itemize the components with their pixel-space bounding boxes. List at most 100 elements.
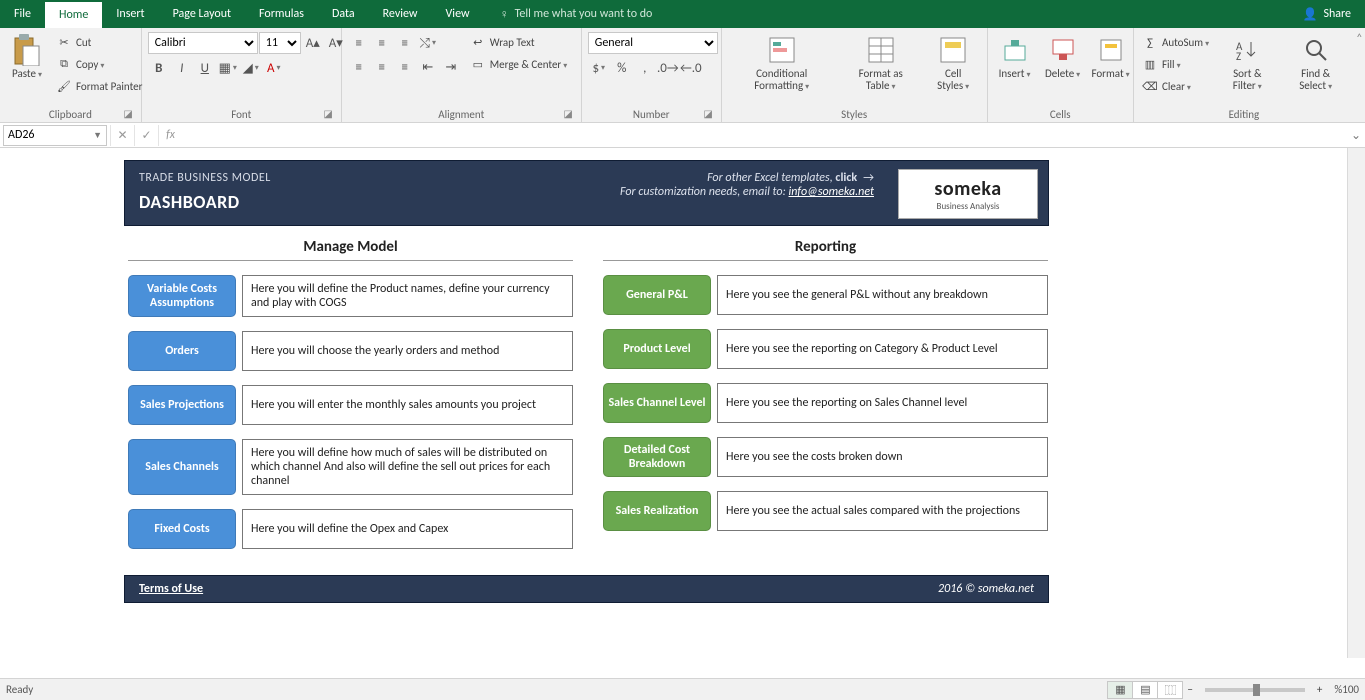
tab-insert[interactable]: Insert (102, 0, 158, 28)
nav-button-variable-costs-assumptions[interactable]: Variable Costs Assumptions (128, 275, 236, 317)
nav-button-sales-projections[interactable]: Sales Projections (128, 385, 236, 425)
tell-me[interactable]: ♀ Tell me what you want to do (484, 0, 653, 28)
tab-view[interactable]: View (432, 0, 484, 28)
format-painter-label: Format Painter (76, 80, 142, 93)
fill-color-button[interactable]: ◢ (240, 57, 262, 79)
paste-button[interactable]: Paste (6, 32, 48, 82)
number-launcher-icon[interactable]: ◪ (703, 107, 712, 120)
nav-row: General P&LHere you see the general P&L … (603, 275, 1048, 315)
page-break-view-button[interactable]: ⿲ (1157, 681, 1183, 699)
tell-me-label: Tell me what you want to do (515, 7, 653, 21)
number-format-select[interactable]: General (588, 32, 718, 54)
nav-button-product-level[interactable]: Product Level (603, 329, 711, 369)
name-box[interactable]: AD26 ▼ (3, 125, 107, 146)
nav-button-fixed-costs[interactable]: Fixed Costs (128, 509, 236, 549)
tab-formulas[interactable]: Formulas (245, 0, 318, 28)
nav-row: OrdersHere you will choose the yearly or… (128, 331, 573, 371)
align-top-button[interactable]: ≡ (348, 32, 370, 54)
find-label: Find & Select (1287, 68, 1343, 92)
underline-button[interactable]: U (194, 57, 216, 79)
confirm-formula-button[interactable]: ✓ (134, 125, 158, 146)
cut-button[interactable]: ✂Cut (54, 32, 144, 52)
align-middle-button[interactable]: ≡ (371, 32, 393, 54)
terms-link[interactable]: Terms of Use (139, 582, 203, 596)
tab-home[interactable]: Home (45, 0, 102, 28)
font-launcher-icon[interactable]: ◪ (323, 107, 332, 120)
tab-review[interactable]: Review (369, 0, 432, 28)
clear-button[interactable]: ⌫Clear (1140, 76, 1211, 96)
normal-view-button[interactable]: ▦ (1107, 681, 1133, 699)
conditional-formatting-button[interactable]: Conditional Formatting (728, 32, 836, 94)
click-link[interactable]: click (835, 171, 857, 185)
copy-button[interactable]: ⧉Copy (54, 54, 144, 74)
page-layout-view-button[interactable]: ▤ (1132, 681, 1158, 699)
logo: someka Business Analysis (898, 169, 1038, 219)
borders-button[interactable]: ▦ (217, 57, 239, 79)
align-bottom-button[interactable]: ≡ (394, 32, 416, 54)
nav-button-general-p-l[interactable]: General P&L (603, 275, 711, 315)
increase-font-button[interactable]: A▴ (302, 32, 324, 54)
bold-button[interactable]: B (148, 57, 170, 79)
comma-format-button[interactable]: , (634, 57, 656, 79)
increase-decimal-button[interactable]: .0→ (657, 57, 679, 79)
email-link[interactable]: info@someka.net (789, 185, 875, 199)
wrap-text-button[interactable]: ↩Wrap Text (468, 32, 570, 52)
copyright-text: 2016 © someka.net (938, 582, 1034, 596)
tab-file[interactable]: File (0, 0, 45, 28)
nav-row: Sales ChannelsHere you will define how m… (128, 439, 573, 495)
nav-button-sales-channels[interactable]: Sales Channels (128, 439, 236, 495)
nav-button-sales-realization[interactable]: Sales Realization (603, 491, 711, 531)
insert-cells-button[interactable]: Insert (994, 32, 1036, 82)
person-icon: 👤 (1302, 7, 1317, 22)
orientation-button[interactable]: ⤭ (417, 32, 439, 54)
delete-cells-button[interactable]: Delete (1042, 32, 1084, 82)
fill-icon: ▥ (1142, 56, 1158, 72)
align-center-button[interactable]: ≡ (371, 56, 393, 78)
insert-function-button[interactable]: fx (158, 125, 182, 146)
share-button[interactable]: 👤 Share (1288, 0, 1365, 28)
ribbon-group-alignment: ≡ ≡ ≡ ⤭ ≡ ≡ ≡ ⇤ ⇥ ↩Wrap Text ▭Merge & Ce… (342, 28, 582, 122)
nav-button-detailed-cost-breakdown[interactable]: Detailed Cost Breakdown (603, 437, 711, 477)
grid-icon: ▦ (1115, 683, 1125, 696)
alignment-launcher-icon[interactable]: ◪ (563, 107, 572, 120)
format-cells-button[interactable]: Format (1090, 32, 1132, 82)
zoom-thumb[interactable] (1253, 684, 1260, 696)
tab-data[interactable]: Data (318, 0, 369, 28)
fill-button[interactable]: ▥Fill (1140, 54, 1211, 74)
namebox-dropdown-icon[interactable]: ▼ (93, 130, 102, 141)
accounting-format-button[interactable]: $ (588, 57, 610, 79)
zoom-slider[interactable] (1205, 688, 1305, 692)
cancel-formula-button[interactable]: ✕ (110, 125, 134, 146)
align-right-button[interactable]: ≡ (394, 56, 416, 78)
collapse-ribbon-button[interactable]: ˄ (1354, 28, 1365, 122)
clipboard-launcher-icon[interactable]: ◪ (123, 107, 132, 120)
group-label-editing: Editing (1229, 108, 1260, 121)
formula-input[interactable] (182, 125, 1347, 146)
zoom-in-button[interactable]: + (1313, 683, 1326, 696)
format-as-table-button[interactable]: Format as Table (842, 32, 920, 94)
increase-indent-button[interactable]: ⇥ (440, 56, 462, 78)
nav-button-sales-channel-level[interactable]: Sales Channel Level (603, 383, 711, 423)
font-size-select[interactable]: 11 (259, 32, 301, 54)
expand-formula-bar-button[interactable]: ⌄ (1347, 128, 1365, 143)
format-painter-button[interactable]: 🖌Format Painter (54, 76, 144, 96)
align-left-button[interactable]: ≡ (348, 56, 370, 78)
italic-button[interactable]: I (171, 57, 193, 79)
nav-desc-product-level: Here you see the reporting on Category &… (717, 329, 1048, 369)
insert-label: Insert (999, 68, 1031, 80)
zoom-out-button[interactable]: − (1183, 683, 1196, 696)
vertical-scrollbar[interactable] (1347, 148, 1365, 658)
font-name-select[interactable]: Calibri (148, 32, 258, 54)
tab-page-layout[interactable]: Page Layout (159, 0, 245, 28)
merge-center-button[interactable]: ▭Merge & Center (468, 54, 570, 74)
decrease-indent-button[interactable]: ⇤ (417, 56, 439, 78)
autosum-button[interactable]: ∑AutoSum (1140, 32, 1211, 52)
find-select-button[interactable]: Find & Select (1283, 32, 1347, 94)
percent-format-button[interactable]: % (611, 57, 633, 79)
nav-desc-variable-costs-assumptions: Here you will define the Product names, … (242, 275, 573, 317)
cell-styles-button[interactable]: Cell Styles (926, 32, 981, 94)
sort-filter-button[interactable]: AZSort & Filter (1217, 32, 1277, 94)
font-color-button[interactable]: A (263, 57, 285, 79)
nav-button-orders[interactable]: Orders (128, 331, 236, 371)
decrease-decimal-button[interactable]: ←.0 (680, 57, 702, 79)
